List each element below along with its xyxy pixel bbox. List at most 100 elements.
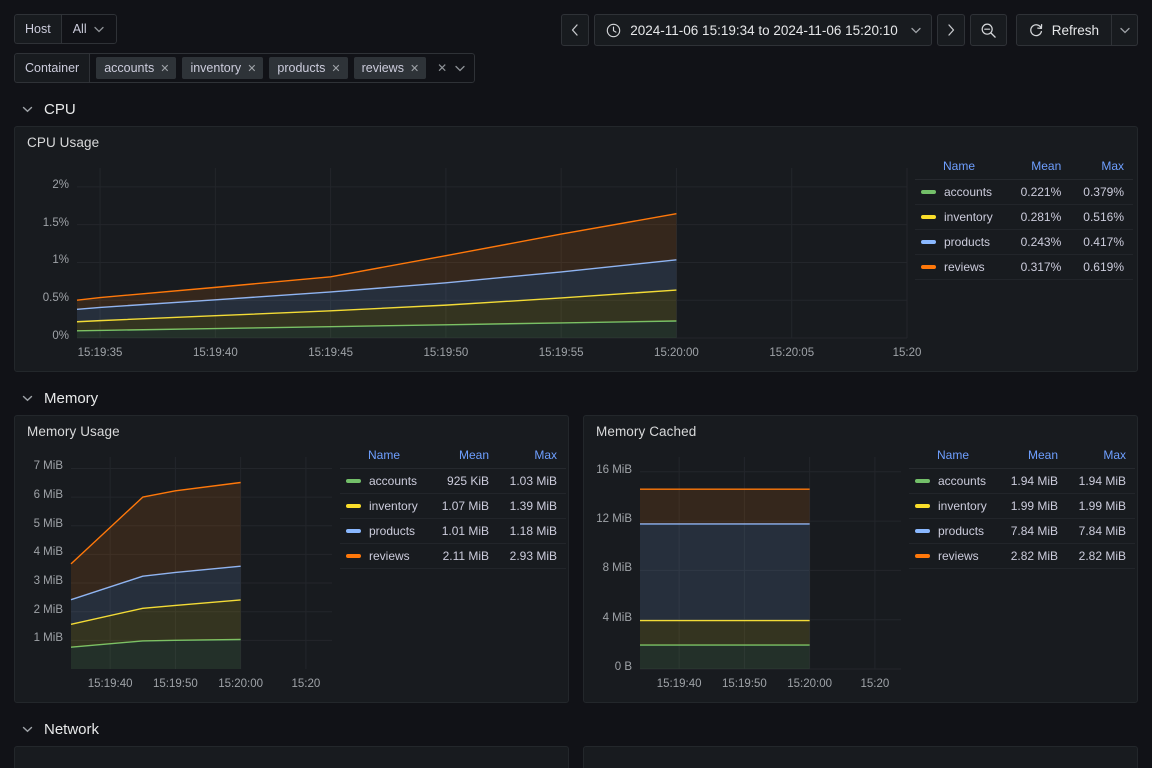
section-header-memory[interactable]: Memory [0,381,1152,415]
legend-row[interactable]: accounts 0.221% 0.379% [915,179,1133,205]
x-axis-tick-label: 15:19:50 [153,678,198,690]
series-color-swatch [915,479,930,483]
close-icon[interactable]: ✕ [410,62,419,75]
legend-series-name[interactable]: inventory [915,204,1008,230]
legend-row[interactable]: inventory 1.07 MiB 1.39 MiB [340,493,566,519]
container-pill[interactable]: accounts ✕ [96,57,177,79]
x-axis-tick-label: 15:20 [860,678,890,690]
clear-all-icon[interactable]: ✕ [437,61,447,75]
legend-header-max[interactable]: Max [1067,445,1135,469]
legend-header-max[interactable]: Max [498,445,566,469]
x-axis-tick-label: 15:19:40 [87,678,133,690]
chart-memory-usage[interactable]: 1 MiB 2 MiB 3 MiB 4 MiB 5 MiB 6 MiB 7 MiB 15:19… [15,439,340,699]
time-range-picker[interactable]: 2024-11-06 15:19:34 to 2024-11-06 15:20:… [594,14,932,46]
container-pill-label: products [277,61,326,75]
section-title: Network [44,720,100,738]
legend-mean-value: 1.07 MiB [430,493,499,519]
container-pill[interactable]: reviews ✕ [353,57,427,79]
time-shift-forward-button[interactable] [936,14,965,46]
legend-row[interactable]: products 1.01 MiB 1.18 MiB [340,518,566,544]
legend-header-name[interactable]: Name [909,445,1000,469]
section-title: CPU [44,100,76,118]
legend-max-value: 2.82 MiB [1067,543,1135,569]
legend-memory-usage: Name Mean Max accounts 925 KiB 1.03 MiB inv… [340,439,566,699]
legend-series-name[interactable]: reviews [915,254,1008,280]
legend-mean-value: 0.243% [1007,229,1071,255]
legend-label: reviews [369,549,410,563]
legend-max-value: 0.379% [1070,179,1133,205]
container-pill[interactable]: products ✕ [269,57,348,79]
legend-header-mean[interactable]: Mean [430,445,499,469]
memory-panels: Memory Usage 1 MiB 2 MiB 3 MiB 4 MiB 5 MiB 6 … [0,415,1152,703]
legend-max-value: 7.84 MiB [1067,518,1135,544]
legend-header-name[interactable]: Name [340,445,431,469]
legend-row[interactable]: inventory 0.281% 0.516% [915,204,1133,230]
refresh-button[interactable]: Refresh [1015,14,1112,46]
container-variable-select[interactable]: accounts ✕ inventory ✕ products ✕ review… [89,53,476,83]
host-variable[interactable]: Host All [14,14,117,44]
y-axis-tick-label: 0 B [614,661,632,673]
container-variable-label: Container [14,53,90,83]
time-shift-back-button[interactable] [561,14,590,46]
panel-cpu-usage: CPU Usage 0% 0.5% 1% 1.5% 2% 15:19:35 15:19:40… [14,126,1138,372]
series-color-swatch [915,554,930,558]
legend-label: products [944,235,991,249]
legend-mean-value: 0.317% [1007,254,1071,280]
legend-series-name[interactable]: products [915,229,1008,255]
chart-svg [640,457,901,670]
legend-series-name[interactable]: inventory [909,493,1000,519]
legend-row[interactable]: accounts 1.94 MiB 1.94 MiB [909,468,1135,494]
legend-table: Name Mean Max accounts 0.221% 0.379% invent… [915,156,1133,280]
series-area-reviews [640,489,810,524]
legend-row[interactable]: reviews 0.317% 0.619% [915,254,1133,280]
chart-cpu-usage[interactable]: 0% 0.5% 1% 1.5% 2% 15:19:35 15:19:40 15:19:45 15… [15,150,921,368]
legend-series-name[interactable]: products [340,518,431,544]
y-axis-tick-label: 1% [52,254,69,267]
legend-header-mean[interactable]: Mean [999,445,1068,469]
close-icon[interactable]: ✕ [247,62,256,75]
chevron-down-icon[interactable] [455,65,465,72]
host-variable-label: Host [14,14,61,44]
x-axis-tick-label: 15:19:40 [192,347,238,359]
section-header-cpu[interactable]: CPU [0,92,1152,126]
time-range-text: 2024-11-06 15:19:34 to 2024-11-06 15:20:… [630,22,898,38]
chart-memory-cached[interactable]: 0 B 4 MiB 8 MiB 12 MiB 16 MiB 15:19:40 15:19:5… [584,439,909,699]
series-area-products [640,523,810,621]
legend-row[interactable]: accounts 925 KiB 1.03 MiB [340,468,566,494]
series-color-swatch [346,529,361,533]
container-variable-row: Container accounts ✕ inventory ✕ product… [14,53,476,83]
legend-row[interactable]: inventory 1.99 MiB 1.99 MiB [909,493,1135,519]
legend-row[interactable]: products 0.243% 0.417% [915,229,1133,255]
chevron-down-icon [911,27,921,34]
panel-title: Memory Usage [27,424,120,439]
legend-row[interactable]: reviews 2.82 MiB 2.82 MiB [909,543,1135,569]
legend-series-name[interactable]: inventory [340,493,431,519]
legend-row[interactable]: reviews 2.11 MiB 2.93 MiB [340,543,566,569]
legend-header-name[interactable]: Name [915,156,1008,180]
legend-series-name[interactable]: accounts [340,468,431,494]
legend-series-name[interactable]: reviews [909,543,1000,569]
section-header-network[interactable]: Network [0,712,1152,746]
series-color-swatch [346,504,361,508]
refresh-interval-dropdown[interactable] [1112,14,1138,46]
y-axis-tick-label: 2 MiB [33,603,63,616]
legend-header-max[interactable]: Max [1070,156,1133,180]
legend-max-value: 1.03 MiB [498,468,566,494]
legend-label: reviews [944,260,985,274]
legend-header-mean[interactable]: Mean [1007,156,1071,180]
legend-series-name[interactable]: accounts [909,468,1000,494]
close-icon[interactable]: ✕ [331,62,340,75]
host-variable-select[interactable]: All [60,14,117,44]
legend-series-name[interactable]: accounts [915,179,1008,205]
legend-label: products [938,524,985,538]
legend-series-name[interactable]: products [909,518,1000,544]
clock-icon [606,23,621,38]
legend-series-name[interactable]: reviews [340,543,431,569]
close-icon[interactable]: ✕ [160,62,169,75]
container-variable[interactable]: Container accounts ✕ inventory ✕ product… [14,53,476,83]
zoom-out-button[interactable] [969,14,1007,46]
container-pill[interactable]: inventory ✕ [182,57,264,79]
legend-row[interactable]: products 7.84 MiB 7.84 MiB [909,518,1135,544]
legend-table: Name Mean Max accounts 925 KiB 1.03 MiB inv… [340,445,566,569]
section-title: Memory [44,389,99,407]
